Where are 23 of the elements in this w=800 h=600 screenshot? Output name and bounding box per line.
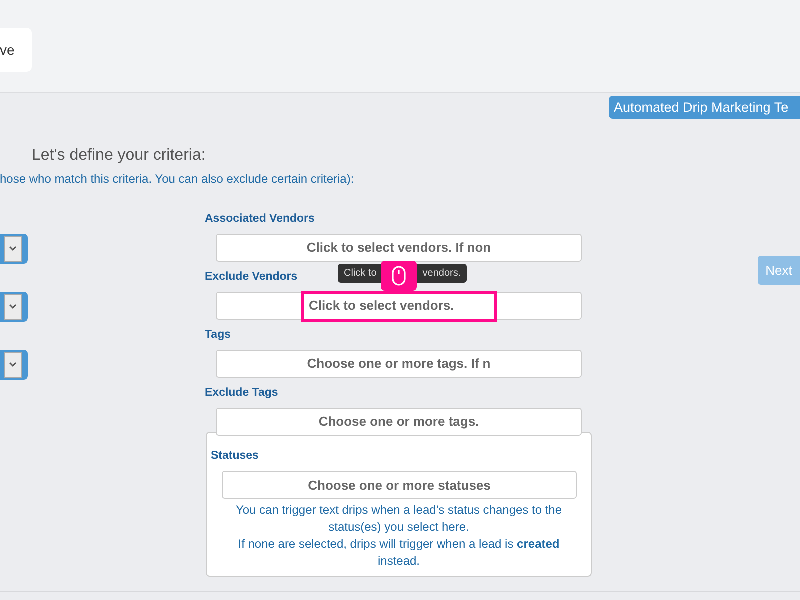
help-text: You can trigger text drips when a lead's status changes to the status(es) you select here. bbox=[234, 502, 564, 536]
chevron-down-icon bbox=[9, 362, 17, 367]
heading: Let's define your criteria: bbox=[32, 146, 206, 166]
help-text: If none are selected, drips will trigger when a lead is created instead. bbox=[237, 536, 561, 570]
top-button[interactable]: ve bbox=[0, 28, 32, 72]
select-field[interactable]: Choose one or more tags. If n bbox=[216, 350, 582, 378]
select-field[interactable]: Click to select vendors. If non bbox=[216, 234, 582, 262]
dropdown-button[interactable] bbox=[0, 234, 28, 264]
chevron-down-icon bbox=[9, 304, 17, 309]
subtitle: hose who match this criteria. You can also exclude certain criteria): bbox=[0, 171, 354, 188]
select-field[interactable]: Choose one or more statuses bbox=[222, 471, 577, 500]
mouse-icon bbox=[392, 266, 406, 286]
chevron-down-icon bbox=[9, 246, 17, 251]
field-label: Exclude Vendors bbox=[205, 270, 298, 284]
select-field[interactable]: Choose one or more tags. bbox=[216, 408, 582, 436]
field-label: Statuses bbox=[211, 449, 259, 464]
template-name-tag: Automated Drip Marketing Te bbox=[609, 96, 800, 119]
field-label: Associated Vendors bbox=[205, 212, 315, 226]
dropdown-button[interactable] bbox=[0, 292, 28, 322]
select-field[interactable]: Click to select vendors. bbox=[216, 292, 582, 320]
dropdown-button[interactable] bbox=[0, 350, 28, 380]
field-label: Exclude Tags bbox=[205, 386, 278, 400]
field-label: Tags bbox=[205, 328, 231, 342]
